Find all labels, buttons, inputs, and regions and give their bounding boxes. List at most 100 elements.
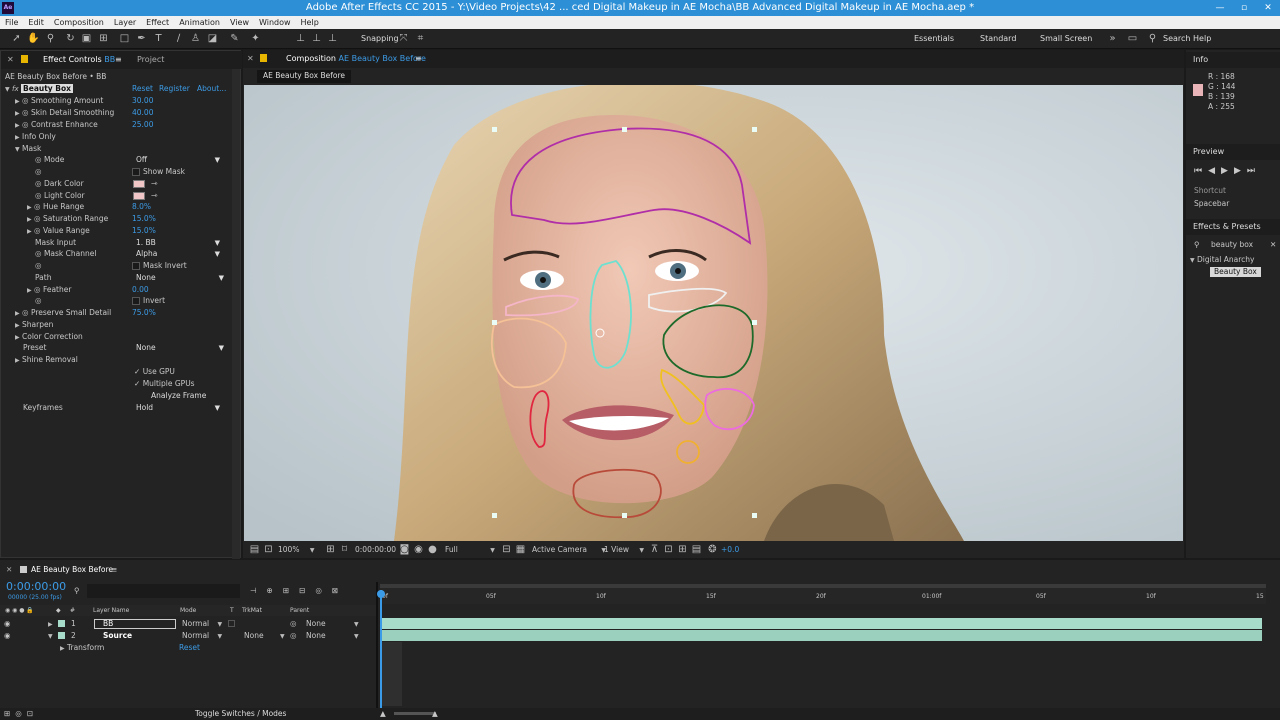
work-area-bar[interactable]: [380, 584, 1266, 588]
menu-view[interactable]: View: [225, 16, 254, 29]
layer-name[interactable]: Source: [103, 631, 132, 641]
reset-link[interactable]: Reset: [132, 84, 153, 94]
resolution-dropdown[interactable]: Full ▼: [445, 545, 495, 556]
playback-controls[interactable]: ⏮◀▶▶⏭: [1194, 166, 1261, 176]
mask-invert-checkbox[interactable]: [132, 262, 140, 270]
eyedropper-icon[interactable]: ⇾: [151, 192, 164, 200]
info-only-group[interactable]: ▶ Info Only: [15, 132, 56, 143]
world-axis-icon[interactable]: ⊥: [310, 32, 323, 45]
sync-settings-icon[interactable]: ▭: [1126, 32, 1139, 45]
comp-sub-tab[interactable]: AE Beauty Box Before: [257, 70, 351, 83]
maximize-icon[interactable]: ▫: [1232, 0, 1256, 16]
effects-presets-title[interactable]: Effects & Presets: [1186, 219, 1280, 235]
mask-invert-stopwatch-icon[interactable]: ◎: [35, 261, 42, 271]
skin-detail-value[interactable]: 40.00: [132, 108, 153, 118]
menu-window[interactable]: Window: [254, 16, 296, 29]
feather-value[interactable]: 0.00: [132, 285, 149, 295]
mask-input-dropdown[interactable]: 1. BB ▼: [136, 238, 220, 248]
layer-row[interactable]: ◉ ▶ 1 BB Normal ▼ ◎ None ▼: [0, 618, 376, 630]
parent-dropdown[interactable]: None ▼: [306, 631, 359, 642]
panel-menu-icon[interactable]: ≡: [415, 54, 422, 63]
saturation-range-label[interactable]: ▶ ◎ Saturation Range: [27, 214, 108, 225]
title-safe-icon[interactable]: ⊞: [324, 543, 337, 556]
search-icon[interactable]: ⚲: [74, 586, 80, 596]
timeline-icon[interactable]: ▤: [690, 543, 703, 556]
workspace-small-screen[interactable]: Small Screen: [1040, 34, 1092, 43]
rotate-tool-icon[interactable]: ↻: [64, 32, 77, 45]
close-icon[interactable]: ✕: [6, 565, 12, 575]
timecode-field[interactable]: 0:00:00:00: [355, 545, 396, 555]
pen-tool-icon[interactable]: ✒: [135, 32, 148, 45]
dark-color-swatch[interactable]: [133, 180, 145, 188]
reset-exposure-icon[interactable]: ⊡: [662, 543, 675, 556]
parent-dropdown[interactable]: None ▼: [306, 619, 359, 630]
snapping-toggle-icon[interactable]: ⤧: [397, 32, 410, 45]
clone-stamp-tool-icon[interactable]: ♙: [189, 32, 202, 45]
search-help-field[interactable]: Search Help: [1163, 34, 1211, 43]
color-correction-group[interactable]: ▶ Color Correction: [15, 332, 83, 343]
preserve-transparency-checkbox[interactable]: [228, 620, 235, 627]
zoom-in-icon[interactable]: ▲: [432, 709, 438, 719]
playhead-handle[interactable]: [377, 590, 385, 598]
pick-whip-icon[interactable]: ◎: [290, 631, 297, 641]
saturation-range-value[interactable]: 15.0%: [132, 214, 156, 224]
shortcut-dropdown[interactable]: Spacebar: [1194, 199, 1229, 209]
smoothing-amount-label[interactable]: ▶ ◎ Smoothing Amount: [15, 96, 103, 107]
info-panel-title[interactable]: Info: [1186, 52, 1280, 68]
hue-range-label[interactable]: ▶ ◎ Hue Range: [27, 202, 84, 213]
effect-header[interactable]: ▼ fx Beauty Box: [5, 84, 74, 95]
show-channel-icon[interactable]: ◉: [412, 543, 425, 556]
search-icon[interactable]: ⚲: [1146, 32, 1159, 45]
selection-tool-icon[interactable]: ➚: [10, 32, 23, 45]
keyframes-dropdown[interactable]: Hold ▼: [136, 403, 220, 413]
shine-removal-group[interactable]: ▶ Shine Removal: [15, 355, 78, 366]
preserve-detail-label[interactable]: ▶ ◎ Preserve Small Detail: [15, 308, 111, 319]
close-icon[interactable]: ✕: [7, 55, 14, 64]
view-layout-dropdown[interactable]: 1 View ▼: [604, 545, 644, 556]
hand-tool-icon[interactable]: ✋: [27, 32, 40, 45]
zoom-out-icon[interactable]: ▲: [380, 709, 386, 719]
visibility-icon[interactable]: ◉: [4, 619, 11, 629]
scrollbar[interactable]: [232, 69, 240, 559]
layer-name-field[interactable]: BB: [94, 619, 176, 629]
mask-channel-dropdown[interactable]: Alpha ▼: [136, 249, 220, 259]
local-axis-icon[interactable]: ⊥: [294, 32, 307, 45]
menu-composition[interactable]: Composition: [49, 16, 109, 29]
layer-bar[interactable]: [380, 630, 1262, 641]
more-workspaces-icon[interactable]: »: [1106, 32, 1119, 45]
contrast-value[interactable]: 25.00: [132, 120, 153, 130]
puppet-pin-tool-icon[interactable]: ✦: [249, 32, 262, 45]
skin-detail-label[interactable]: ▶ ◎ Skin Detail Smoothing: [15, 108, 114, 119]
label-color-swatch[interactable]: [58, 620, 65, 627]
transform-reset-link[interactable]: Reset: [179, 643, 200, 653]
show-mask-checkbox[interactable]: [132, 168, 140, 176]
toggle-switches-modes[interactable]: Toggle Switches / Modes: [195, 709, 286, 719]
preview-panel-title[interactable]: Preview: [1186, 144, 1280, 160]
workspace-standard[interactable]: Standard: [980, 34, 1016, 43]
effects-search-input[interactable]: beauty box: [1211, 240, 1253, 250]
hue-range-value[interactable]: 8.0%: [132, 202, 151, 212]
playhead[interactable]: [380, 590, 382, 720]
toggle-pixel-icon[interactable]: ⊼: [648, 543, 661, 556]
pan-behind-tool-icon[interactable]: ⊞: [97, 32, 110, 45]
mask-group[interactable]: ▼ Mask: [15, 144, 41, 155]
camera-tool-icon[interactable]: ▣: [80, 32, 93, 45]
snapshot-icon[interactable]: ◙: [398, 543, 411, 556]
menu-edit[interactable]: Edit: [23, 16, 49, 29]
transform-group[interactable]: ▶ Transform: [60, 643, 104, 654]
clear-search-icon[interactable]: ✕: [1270, 240, 1276, 250]
panel-menu-icon[interactable]: ≡: [115, 55, 122, 64]
layer-bar[interactable]: [380, 618, 1262, 629]
expand-icon[interactable]: ▶: [48, 619, 53, 630]
panel-menu-icon[interactable]: ≡: [111, 565, 117, 575]
label-color-swatch[interactable]: [58, 632, 65, 639]
collapse-icon[interactable]: ▼: [48, 631, 53, 642]
workspace-essentials[interactable]: Essentials: [914, 34, 954, 43]
smoothing-amount-value[interactable]: 30.00: [132, 96, 153, 106]
path-dropdown[interactable]: None ▼: [136, 273, 224, 283]
exposure-icon[interactable]: ❂: [706, 543, 719, 556]
always-preview-icon[interactable]: ▤: [248, 543, 261, 556]
show-mask-stopwatch-icon[interactable]: ◎: [35, 167, 42, 177]
layer-search-input[interactable]: [87, 584, 240, 598]
analyze-frame-button[interactable]: Analyze Frame: [151, 391, 206, 401]
